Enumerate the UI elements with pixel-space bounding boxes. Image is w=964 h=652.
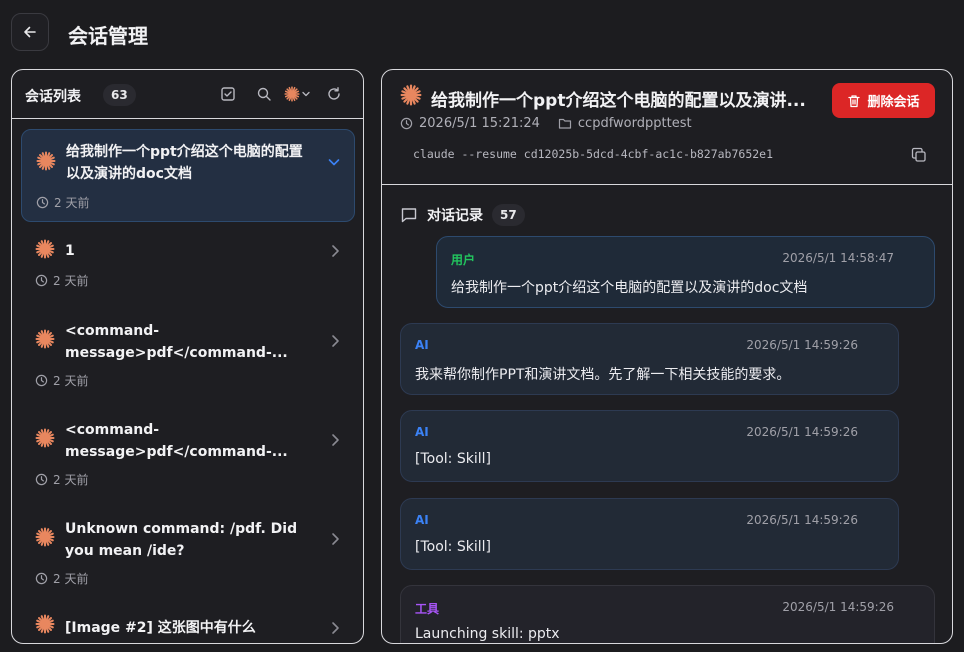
refresh-button[interactable] bbox=[324, 84, 344, 104]
resume-command: claude --resume cd12025b-5dcd-4cbf-ac1c-… bbox=[413, 147, 774, 161]
session-detail-header: 给我制作一个ppt介绍这个电脑的配置以及演讲... 删除会话 2026/5/1 … bbox=[382, 70, 952, 185]
session-datetime: 2026/5/1 15:21:24 bbox=[400, 116, 540, 131]
session-list-header: 会话列表 63 bbox=[12, 70, 363, 119]
clock-icon bbox=[35, 473, 48, 486]
message-text: 我来帮你制作PPT和演讲文档。先了解一下相关技能的要求。 bbox=[415, 367, 791, 383]
delete-session-label: 删除会话 bbox=[867, 95, 920, 110]
search-icon bbox=[257, 87, 271, 101]
top-bar: 会话管理 bbox=[0, 0, 964, 68]
clock-icon bbox=[35, 274, 48, 287]
claude-icon bbox=[35, 239, 55, 259]
session-time-label: 2 天前 bbox=[53, 274, 89, 288]
session-item[interactable]: [Image #2] 这张图中有什么 bbox=[21, 606, 355, 643]
clock-icon bbox=[35, 374, 48, 387]
chevron-right-icon[interactable] bbox=[327, 432, 343, 448]
session-folder-label: ccpdfwordppttest bbox=[577, 116, 692, 131]
claude-icon bbox=[35, 329, 55, 349]
session-item[interactable]: 1 2 天前 bbox=[21, 229, 355, 299]
session-item[interactable]: 给我制作一个ppt介绍这个电脑的配置以及演讲的doc文档 2 天前 bbox=[21, 129, 355, 222]
session-time-label: 2 天前 bbox=[53, 473, 89, 487]
session-datetime-label: 2026/5/1 15:21:24 bbox=[419, 116, 540, 131]
conversation-header: 对话记录 57 bbox=[400, 204, 525, 226]
message-text: Launching skill: pptx bbox=[415, 626, 560, 642]
session-title: Unknown command: /pdf. Did you mean /ide… bbox=[65, 521, 298, 559]
claude-icon bbox=[35, 614, 55, 634]
session-item[interactable]: <command-message>pdf</command-... 2 天前 bbox=[21, 309, 355, 399]
back-button[interactable] bbox=[11, 13, 49, 51]
clock-icon bbox=[35, 572, 48, 585]
session-title: <command-message>pdf</command-... bbox=[65, 323, 288, 361]
session-time-label: 2 天前 bbox=[53, 572, 89, 586]
checkbox-icon bbox=[221, 87, 235, 101]
session-list-title: 会话列表 bbox=[25, 89, 81, 105]
session-time: 2 天前 bbox=[36, 194, 89, 211]
message-role: AI bbox=[415, 338, 429, 352]
chevron-right-icon[interactable] bbox=[327, 620, 343, 636]
message-ai: AI 2026/5/1 14:59:26 [Tool: Skill] bbox=[400, 410, 899, 482]
provider-filter-dropdown[interactable] bbox=[282, 84, 314, 104]
claude-icon bbox=[36, 151, 56, 171]
clock-icon bbox=[400, 117, 413, 130]
message-text: 给我制作一个ppt介绍这个电脑的配置以及演讲的doc文档 bbox=[451, 280, 808, 296]
chevron-down-icon[interactable] bbox=[326, 154, 342, 170]
claude-icon bbox=[35, 428, 55, 448]
message-text: [Tool: Skill] bbox=[415, 539, 491, 555]
session-time-label: 2 天前 bbox=[54, 196, 90, 210]
chat-icon bbox=[401, 208, 417, 223]
session-detail-title: 给我制作一个ppt介绍这个电脑的配置以及演讲... bbox=[431, 91, 806, 111]
trash-icon bbox=[848, 94, 861, 107]
message-tool: 工具 2026/5/1 14:59:26 Launching skill: pp… bbox=[400, 585, 935, 643]
session-item[interactable]: <command-message>pdf</command-... 2 天前 bbox=[21, 408, 355, 498]
session-meta: 2026/5/1 15:21:24 ccpdfwordppttest bbox=[400, 116, 710, 131]
session-folder: ccpdfwordppttest bbox=[558, 116, 692, 131]
clock-icon bbox=[36, 196, 49, 209]
delete-session-button[interactable]: 删除会话 bbox=[832, 83, 935, 118]
claude-icon bbox=[400, 84, 422, 106]
session-count-badge: 63 bbox=[103, 84, 136, 106]
message-time: 2026/5/1 14:58:47 bbox=[782, 251, 894, 265]
claude-icon bbox=[35, 527, 55, 547]
message-ai: AI 2026/5/1 14:59:26 [Tool: Skill] bbox=[400, 498, 899, 570]
message-text: [Tool: Skill] bbox=[415, 451, 491, 467]
conversation-count-badge: 57 bbox=[492, 204, 525, 226]
message-role: AI bbox=[415, 513, 429, 527]
message-time: 2026/5/1 14:59:26 bbox=[746, 338, 858, 352]
chevron-right-icon[interactable] bbox=[327, 531, 343, 547]
arrow-left-icon bbox=[24, 26, 36, 38]
message-role: 用户 bbox=[451, 253, 476, 267]
select-mode-button[interactable] bbox=[218, 84, 238, 104]
claude-icon bbox=[284, 86, 300, 102]
session-time-label: 2 天前 bbox=[53, 374, 89, 388]
chevron-right-icon[interactable] bbox=[327, 243, 343, 259]
page-title: 会话管理 bbox=[68, 24, 148, 48]
session-title: <command-message>pdf</command-... bbox=[65, 422, 288, 460]
session-title: 给我制作一个ppt介绍这个电脑的配置以及演讲的doc文档 bbox=[66, 144, 303, 182]
chevron-down-icon bbox=[302, 91, 310, 97]
conversation-title: 对话记录 bbox=[427, 208, 483, 224]
message-ai: AI 2026/5/1 14:59:26 我来帮你制作PPT和演讲文档。先了解一… bbox=[400, 323, 899, 395]
search-button[interactable] bbox=[254, 84, 274, 104]
session-time: 2 天前 bbox=[35, 471, 88, 488]
message-role: AI bbox=[415, 425, 429, 439]
session-detail-panel: 给我制作一个ppt介绍这个电脑的配置以及演讲... 删除会话 2026/5/1 … bbox=[381, 69, 953, 644]
message-time: 2026/5/1 14:59:26 bbox=[746, 425, 858, 439]
chevron-right-icon[interactable] bbox=[327, 333, 343, 349]
refresh-icon bbox=[328, 87, 340, 100]
session-time: 2 天前 bbox=[35, 372, 88, 389]
session-list-panel: 会话列表 63 给我制作一个ppt介绍这个电脑的配置以及演讲的doc文档 2 天… bbox=[11, 69, 364, 644]
session-list: 给我制作一个ppt介绍这个电脑的配置以及演讲的doc文档 2 天前 1 2 天前… bbox=[12, 120, 363, 643]
session-item[interactable]: Unknown command: /pdf. Did you mean /ide… bbox=[21, 507, 355, 597]
copy-icon[interactable] bbox=[911, 147, 927, 163]
session-title: 1 bbox=[65, 243, 75, 259]
message-time: 2026/5/1 14:59:26 bbox=[746, 513, 858, 527]
folder-icon bbox=[558, 118, 572, 129]
message-user: 用户 2026/5/1 14:58:47 给我制作一个ppt介绍这个电脑的配置以… bbox=[436, 236, 935, 308]
message-role: 工具 bbox=[415, 602, 440, 616]
session-time: 2 天前 bbox=[35, 272, 88, 289]
session-title: [Image #2] 这张图中有什么 bbox=[65, 620, 256, 636]
message-time: 2026/5/1 14:59:26 bbox=[782, 600, 894, 614]
session-time: 2 天前 bbox=[35, 570, 88, 587]
